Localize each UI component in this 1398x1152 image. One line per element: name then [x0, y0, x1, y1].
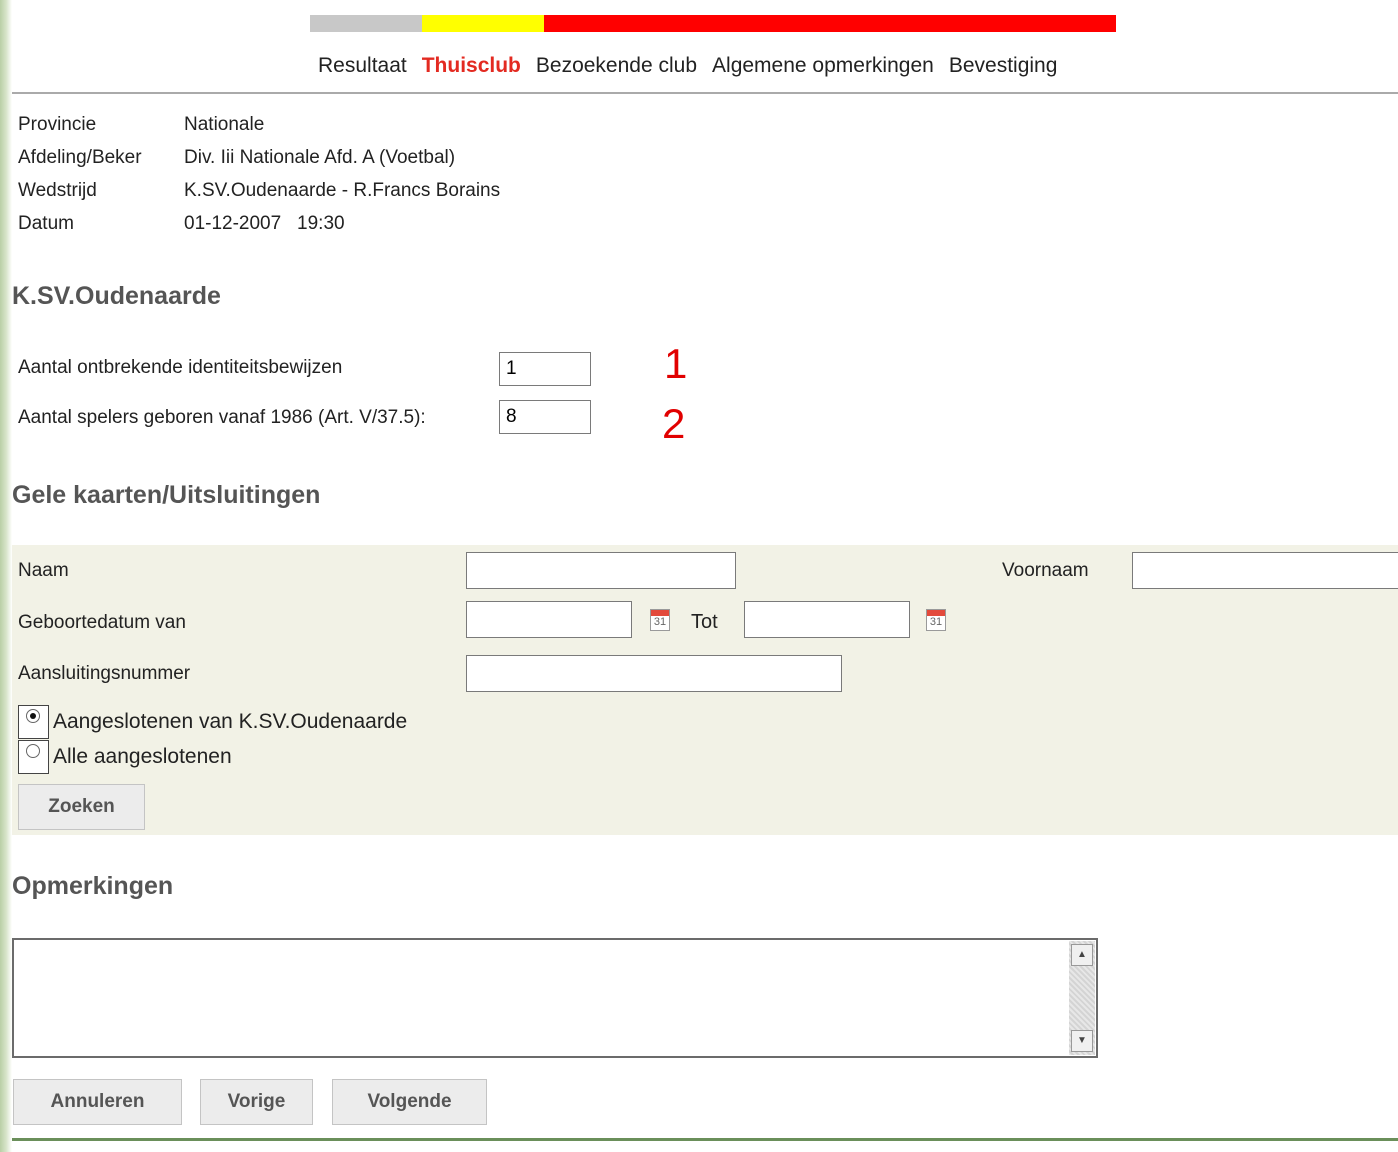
- radio-checked-icon: [26, 709, 40, 723]
- club-heading: K.SV.Oudenaarde: [12, 282, 221, 310]
- step-bevestiging[interactable]: Bevestiging: [949, 54, 1058, 78]
- info-row-provincie: Provincie Nationale: [18, 114, 500, 147]
- info-label: Afdeling/Beker: [18, 147, 142, 168]
- voornaam-label: Voornaam: [1002, 560, 1089, 581]
- radio-unchecked-icon: [26, 744, 40, 758]
- progress-bar: [310, 15, 1116, 32]
- footer-divider: [12, 1138, 1398, 1141]
- info-row-wedstrijd: Wedstrijd K.SV.Oudenaarde - R.Francs Bor…: [18, 180, 500, 213]
- info-label: Datum: [18, 213, 74, 234]
- info-label: Provincie: [18, 114, 97, 135]
- info-row-datum: Datum 01-12-2007 19:30: [18, 213, 500, 246]
- naam-label: Naam: [18, 560, 69, 581]
- scroll-up-icon[interactable]: ▲: [1071, 944, 1093, 966]
- radio-club-label[interactable]: Aangeslotenen van K.SV.Oudenaarde: [53, 710, 407, 734]
- step-bezoekende-club[interactable]: Bezoekende club: [536, 54, 697, 78]
- tot-label: Tot: [691, 611, 718, 633]
- aansluiting-input[interactable]: [466, 655, 842, 692]
- missing-id-input[interactable]: [499, 352, 591, 386]
- info-value: 01-12-2007 19:30: [184, 213, 345, 234]
- radio-club-row[interactable]: Aangeslotenen van K.SV.Oudenaarde: [18, 705, 407, 739]
- info-label: Wedstrijd: [18, 180, 97, 201]
- annotation-1: 1: [664, 340, 688, 387]
- radio-club[interactable]: [18, 705, 49, 739]
- calendar-icon[interactable]: 31: [650, 609, 670, 631]
- voornaam-input[interactable]: [1132, 552, 1398, 589]
- search-panel: Naam Voornaam Geboortedatum van 31 Tot 3…: [12, 545, 1398, 835]
- info-row-afdeling: Afdeling/Beker Div. Iii Nationale Afd. A…: [18, 147, 500, 180]
- radio-all-label[interactable]: Alle aangeslotenen: [53, 745, 232, 769]
- remarks-heading: Opmerkingen: [12, 872, 174, 900]
- progress-segment-current: [422, 15, 544, 32]
- wizard-steps: Resultaat Thuisclub Bezoekende club Alge…: [12, 54, 1398, 78]
- geboortedatum-label: Geboortedatum van: [18, 612, 186, 633]
- step-resultaat[interactable]: Resultaat: [318, 54, 407, 78]
- previous-button[interactable]: Vorige: [200, 1079, 313, 1125]
- players-input[interactable]: [499, 400, 591, 434]
- annotation-2: 2: [662, 400, 686, 447]
- step-thuisclub[interactable]: Thuisclub: [422, 54, 521, 78]
- players-label: Aantal spelers geboren vanaf 1986 (Art. …: [18, 407, 426, 428]
- step-algemene-opmerkingen[interactable]: Algemene opmerkingen: [712, 54, 934, 78]
- progress-segment-remaining: [544, 15, 1116, 32]
- scroll-down-icon[interactable]: ▼: [1071, 1030, 1093, 1052]
- info-value: K.SV.Oudenaarde - R.Francs Borains: [184, 180, 501, 201]
- info-value: Nationale: [184, 114, 265, 135]
- radio-all[interactable]: [18, 740, 49, 774]
- next-button[interactable]: Volgende: [332, 1079, 487, 1125]
- naam-input[interactable]: [466, 552, 736, 589]
- remarks-textarea[interactable]: ▲ ▼: [12, 938, 1098, 1058]
- page-content: Resultaat Thuisclub Bezoekende club Alge…: [12, 0, 1398, 1152]
- cards-heading: Gele kaarten/Uitsluitingen: [12, 481, 321, 509]
- radio-all-row[interactable]: Alle aangeslotenen: [18, 740, 232, 774]
- birthdate-from-input[interactable]: [466, 601, 632, 638]
- divider: [12, 92, 1398, 94]
- calendar-icon[interactable]: 31: [926, 609, 946, 631]
- search-button[interactable]: Zoeken: [18, 784, 145, 830]
- textarea-scrollbar[interactable]: ▲ ▼: [1069, 941, 1095, 1055]
- info-value: Div. Iii Nationale Afd. A (Voetbal): [184, 147, 456, 168]
- progress-segment-done: [310, 15, 422, 32]
- match-info: Provincie Nationale Afdeling/Beker Div. …: [18, 114, 500, 246]
- missing-id-label: Aantal ontbrekende identiteitsbewijzen: [18, 357, 343, 378]
- birthdate-to-input[interactable]: [744, 601, 910, 638]
- aansluiting-label: Aansluitingsnummer: [18, 663, 191, 684]
- cancel-button[interactable]: Annuleren: [13, 1079, 182, 1125]
